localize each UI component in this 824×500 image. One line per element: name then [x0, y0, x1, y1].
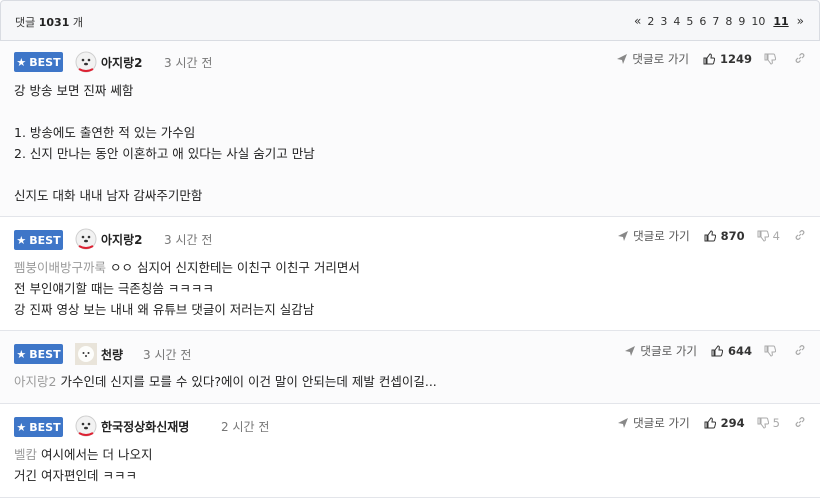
star-icon: ★: [16, 55, 27, 69]
comment-body: 강 방송 보면 진짜 쎄함 1. 방송에도 출연한 적 있는 가수임 2. 신지…: [14, 83, 315, 203]
dislike-button[interactable]: [764, 345, 780, 357]
comment-item: ★ BEST 아지랑2 3 시간 전 댓글로 가기 870 4 펨붕이배방구까룩…: [0, 217, 820, 331]
thumbs-up-icon: [704, 230, 716, 242]
comment-time: 2 시간 전: [221, 420, 270, 434]
comment-actions: 댓글로 가기 294 5: [617, 415, 806, 431]
author-name[interactable]: 아지랑2: [101, 54, 142, 71]
comment-item: ★ BEST 아지랑2 3 시간 전 댓글로 가기 1249 강 방송 보면 진…: [0, 41, 820, 217]
thumbs-down-icon: [757, 230, 769, 242]
page-link[interactable]: 2: [644, 15, 657, 28]
like-button[interactable]: 294: [704, 416, 745, 430]
thumbs-up-icon: [711, 345, 723, 357]
star-icon: ★: [16, 347, 27, 361]
best-badge: ★ BEST: [14, 230, 63, 250]
avatar: [75, 51, 97, 73]
link-icon[interactable]: [794, 344, 806, 359]
best-badge: ★ BEST: [14, 417, 63, 437]
goto-comment-button[interactable]: 댓글로 가기: [617, 228, 690, 244]
paper-plane-icon: [617, 54, 628, 64]
best-badge: ★ BEST: [14, 344, 63, 364]
best-badge: ★ BEST: [14, 52, 63, 72]
avatar: [75, 343, 97, 365]
page-link[interactable]: 3: [657, 15, 670, 28]
next-page-button[interactable]: »: [794, 14, 807, 28]
reply-mention[interactable]: 벨캄: [14, 447, 37, 462]
paper-plane-icon: [618, 418, 629, 428]
reply-mention[interactable]: 아지랑2: [14, 374, 56, 389]
thumbs-up-icon: [704, 417, 716, 429]
goto-comment-button[interactable]: 댓글로 가기: [616, 51, 689, 67]
thumbs-down-icon: [764, 53, 776, 65]
paper-plane-icon: [625, 346, 636, 356]
comment-actions: 댓글로 가기 644: [624, 343, 806, 359]
count-suffix: 개: [72, 16, 83, 29]
comment-body: 펨붕이배방구까룩 ㅇㅇ 심지어 신지한테는 이친구 이친구 거리면서 전 부인얘기…: [14, 260, 360, 317]
page-link[interactable]: 5: [683, 15, 696, 28]
comment-time: 3 시간 전: [143, 348, 192, 362]
comment-body: 아지랑2 가수인데 신지를 모를 수 있다?에이 이건 말이 안되는데 제발 컨셉…: [14, 374, 437, 389]
dislike-button[interactable]: [764, 53, 780, 65]
page-link[interactable]: 10: [748, 15, 768, 28]
comment-time: 3 시간 전: [164, 233, 213, 247]
like-button[interactable]: 644: [711, 344, 752, 358]
goto-comment-button[interactable]: 댓글로 가기: [624, 343, 697, 359]
comment-time: 3 시간 전: [164, 56, 213, 70]
author-name[interactable]: 아지랑2: [101, 231, 142, 248]
dislike-button[interactable]: 4: [757, 229, 780, 243]
comment-item: ★ BEST 한국정상화신재명 2 시간 전 댓글로 가기 294 5 벨캄 여시…: [0, 404, 820, 498]
link-icon[interactable]: [794, 416, 806, 431]
thumbs-down-icon: [764, 345, 776, 357]
page-link[interactable]: 7: [709, 15, 722, 28]
link-icon[interactable]: [794, 229, 806, 244]
comment-count: 댓글 1031 개: [15, 14, 83, 30]
current-page[interactable]: 11: [768, 15, 793, 28]
author-name[interactable]: 천량: [101, 346, 123, 363]
avatar: [75, 415, 97, 437]
count-number: 1031: [38, 16, 70, 29]
count-prefix: 댓글: [15, 16, 36, 29]
reply-mention[interactable]: 펨붕이배방구까룩: [14, 260, 106, 275]
page-link[interactable]: 8: [722, 15, 735, 28]
page-link[interactable]: 6: [696, 15, 709, 28]
comment-actions: 댓글로 가기 1249: [616, 51, 806, 67]
comment-item: ★ BEST 천량 3 시간 전 댓글로 가기 644 아지랑2 가수인데 신지를…: [0, 331, 820, 404]
link-icon[interactable]: [794, 52, 806, 67]
like-button[interactable]: 870: [704, 229, 745, 243]
author-name[interactable]: 한국정상화신재명: [101, 418, 189, 435]
dislike-button[interactable]: 5: [757, 416, 780, 430]
thumbs-up-icon: [703, 53, 715, 65]
like-button[interactable]: 1249: [703, 52, 752, 66]
comment-body: 벨캄 여시에서는 더 나오지 거긴 여자편인데 ㅋㅋㅋ: [14, 447, 153, 483]
prev-page-button[interactable]: «: [631, 14, 644, 28]
goto-comment-button[interactable]: 댓글로 가기: [617, 415, 690, 431]
avatar: [75, 228, 97, 250]
star-icon: ★: [16, 233, 27, 247]
comment-header: 댓글 1031 개 « 2 3 4 5 6 7 8 9 10 11 »: [0, 0, 820, 41]
comment-actions: 댓글로 가기 870 4: [617, 228, 806, 244]
pagination: « 2 3 4 5 6 7 8 9 10 11 »: [631, 14, 807, 28]
page-link[interactable]: 4: [670, 15, 683, 28]
paper-plane-icon: [618, 231, 629, 241]
thumbs-down-icon: [757, 417, 769, 429]
page-link[interactable]: 9: [735, 15, 748, 28]
star-icon: ★: [16, 420, 27, 434]
